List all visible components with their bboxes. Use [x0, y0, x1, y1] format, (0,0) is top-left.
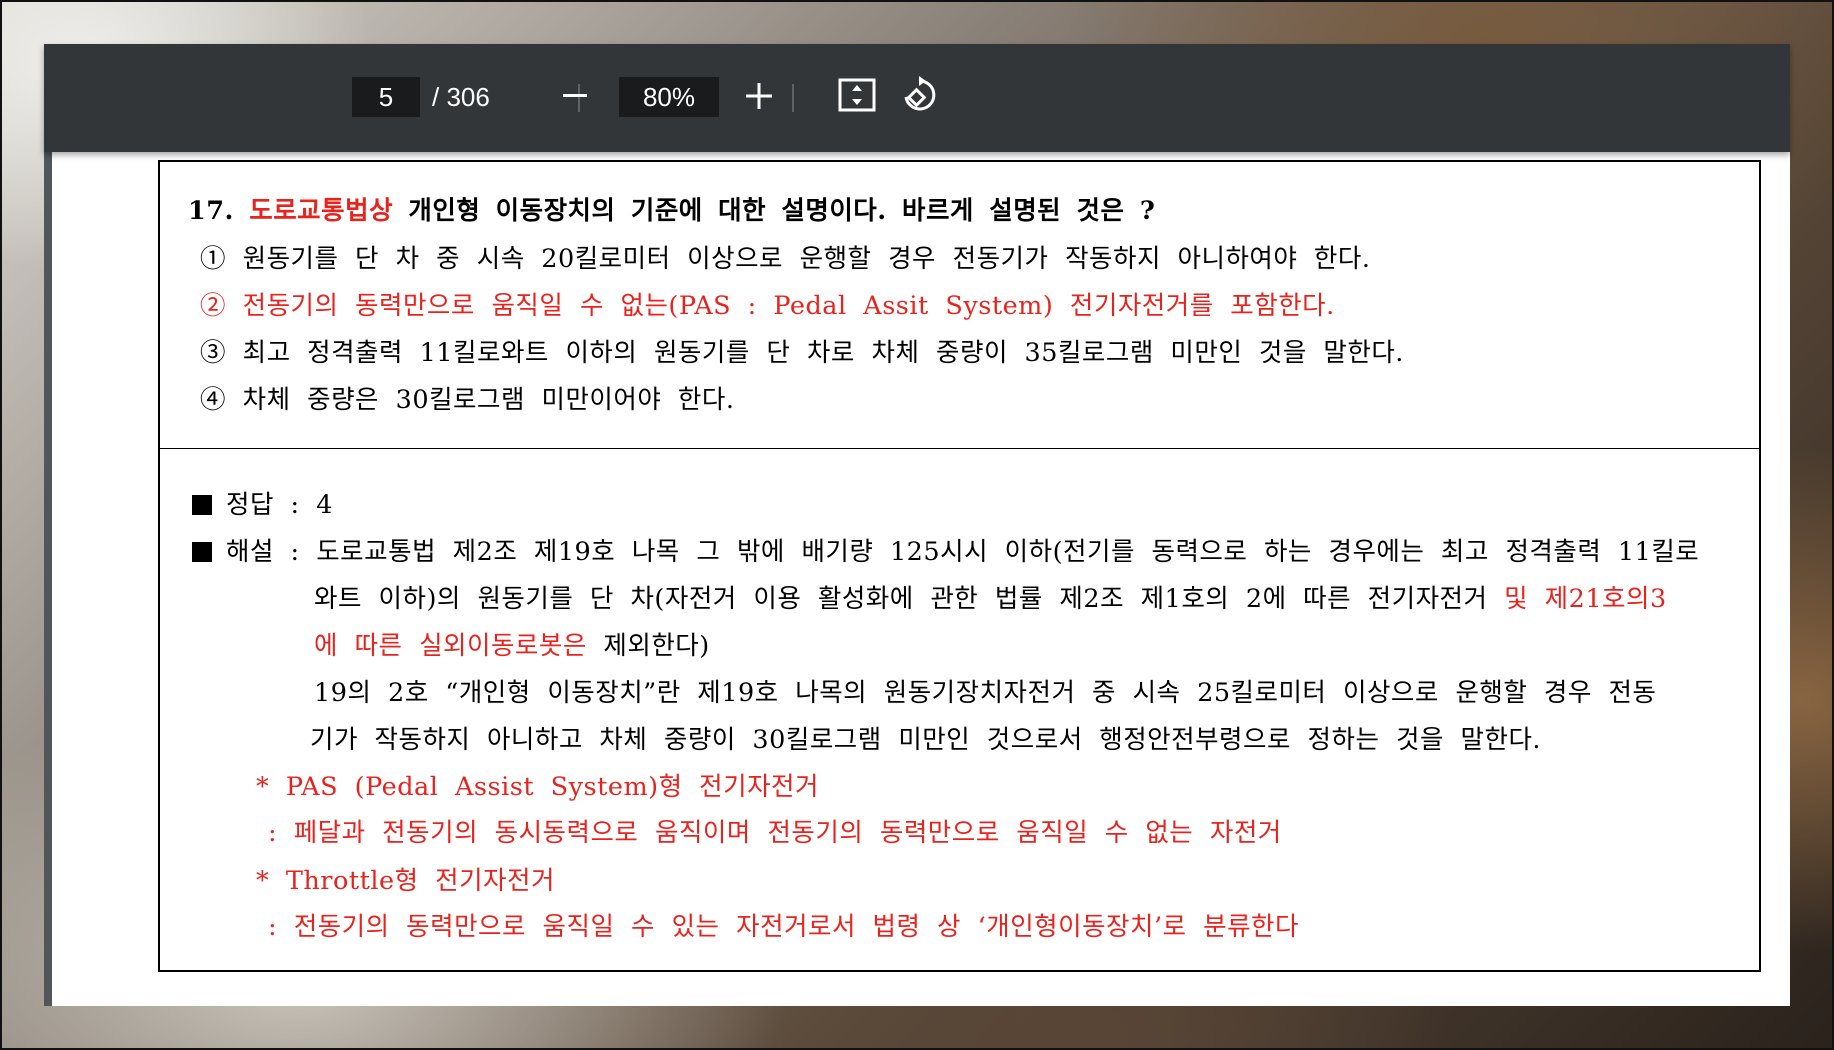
question-box: 17. 도로교통법상 개인형 이동장치의 기준에 대한 설명이다. 바르게 설명…	[158, 160, 1761, 972]
minus-icon	[562, 78, 588, 117]
note-line: : 전동기의 동력만으로 움직일 수 있는 자전거로서 법령 상 ‘개인형이동장…	[268, 912, 1299, 942]
square-bullet-icon	[192, 542, 212, 562]
rotate-button[interactable]	[894, 72, 944, 122]
explanation-line: 와트 이하)의 원동기를 단 차(자전거 이용 활성화에 관한 법률 제2조 제…	[314, 578, 1667, 615]
plus-icon	[745, 75, 773, 120]
explanation-text: 제외한다)	[603, 631, 710, 661]
zoom-in-button[interactable]	[734, 72, 784, 122]
note-line: : 페달과 전동기의 동시동력으로 움직이며 전동기의 동력만으로 움직일 수 …	[268, 818, 1282, 848]
option-1: ① 원동기를 단 차 중 시속 20킬로미터 이상으로 운행할 경우 전동기가 …	[200, 244, 1371, 274]
square-bullet-icon	[192, 495, 212, 515]
question-title: 17. 도로교통법상 개인형 이동장치의 기준에 대한 설명이다. 바르게 설명…	[188, 190, 1155, 227]
zoom-out-button[interactable]	[552, 74, 598, 120]
explanation-text: 해설 : 도로교통법 제2조 제19호 나목 그 밖에 배기량 125시시 이하…	[226, 537, 1700, 567]
pdf-viewer: 5 / 306 80% 17. 도로교통법상 개인형 이동장치의 기준에 대한 …	[44, 44, 1790, 1006]
option-3: ③ 최고 정격출력 11킬로와트 이하의 원동기를 단 차로 차체 중량이 35…	[200, 338, 1404, 368]
zoom-level-input[interactable]: 80%	[619, 77, 719, 117]
note-line: * PAS (Pedal Assist System)형 전기자전거	[256, 772, 819, 802]
explanation-line: 에 따른 실외이동로봇은 제외한다)	[314, 625, 710, 662]
section-divider	[160, 448, 1759, 449]
note-line: * Throttle형 전기자전거	[256, 866, 555, 896]
option-4: ④ 차체 중량은 30킬로그램 미만이어야 한다.	[200, 385, 735, 415]
question-highlight: 도로교통법상	[249, 196, 394, 226]
explanation-highlight: 에 따른 실외이동로봇은	[314, 631, 587, 661]
rotate-icon	[899, 75, 939, 120]
explanation-highlight: 및 제21호의3	[1504, 584, 1667, 614]
page-total: / 306	[432, 81, 490, 112]
answer-line: 정답 : 4	[192, 484, 333, 521]
toolbar-divider	[792, 84, 794, 112]
question-number: 17.	[188, 196, 234, 226]
explanation-line: 기가 작동하지 아니하고 차체 중량이 30킬로그램 미만인 것으로서 행정안전…	[310, 725, 1542, 755]
option-2: ② 전동기의 동력만으로 움직일 수 없는(PAS : Pedal Assit …	[200, 291, 1335, 321]
fit-to-page-icon	[838, 78, 876, 117]
explanation-line: 19의 2호 “개인형 이동장치”란 제19호 나목의 원동기장치자전거 중 시…	[314, 678, 1657, 708]
pdf-page: 17. 도로교통법상 개인형 이동장치의 기준에 대한 설명이다. 바르게 설명…	[52, 152, 1790, 1006]
answer-text: 정답 : 4	[226, 490, 333, 520]
fit-to-page-button[interactable]	[832, 72, 882, 122]
question-text: 개인형 이동장치의 기준에 대한 설명이다. 바르게 설명된 것은 ?	[408, 196, 1156, 226]
pdf-toolbar: 5 / 306 80%	[44, 44, 1790, 152]
explanation-line: 해설 : 도로교통법 제2조 제19호 나목 그 밖에 배기량 125시시 이하…	[192, 531, 1699, 568]
explanation-text: 와트 이하)의 원동기를 단 차(자전거 이용 활성화에 관한 법률 제2조 제…	[314, 584, 1488, 614]
page-number-input[interactable]: 5	[352, 77, 420, 117]
